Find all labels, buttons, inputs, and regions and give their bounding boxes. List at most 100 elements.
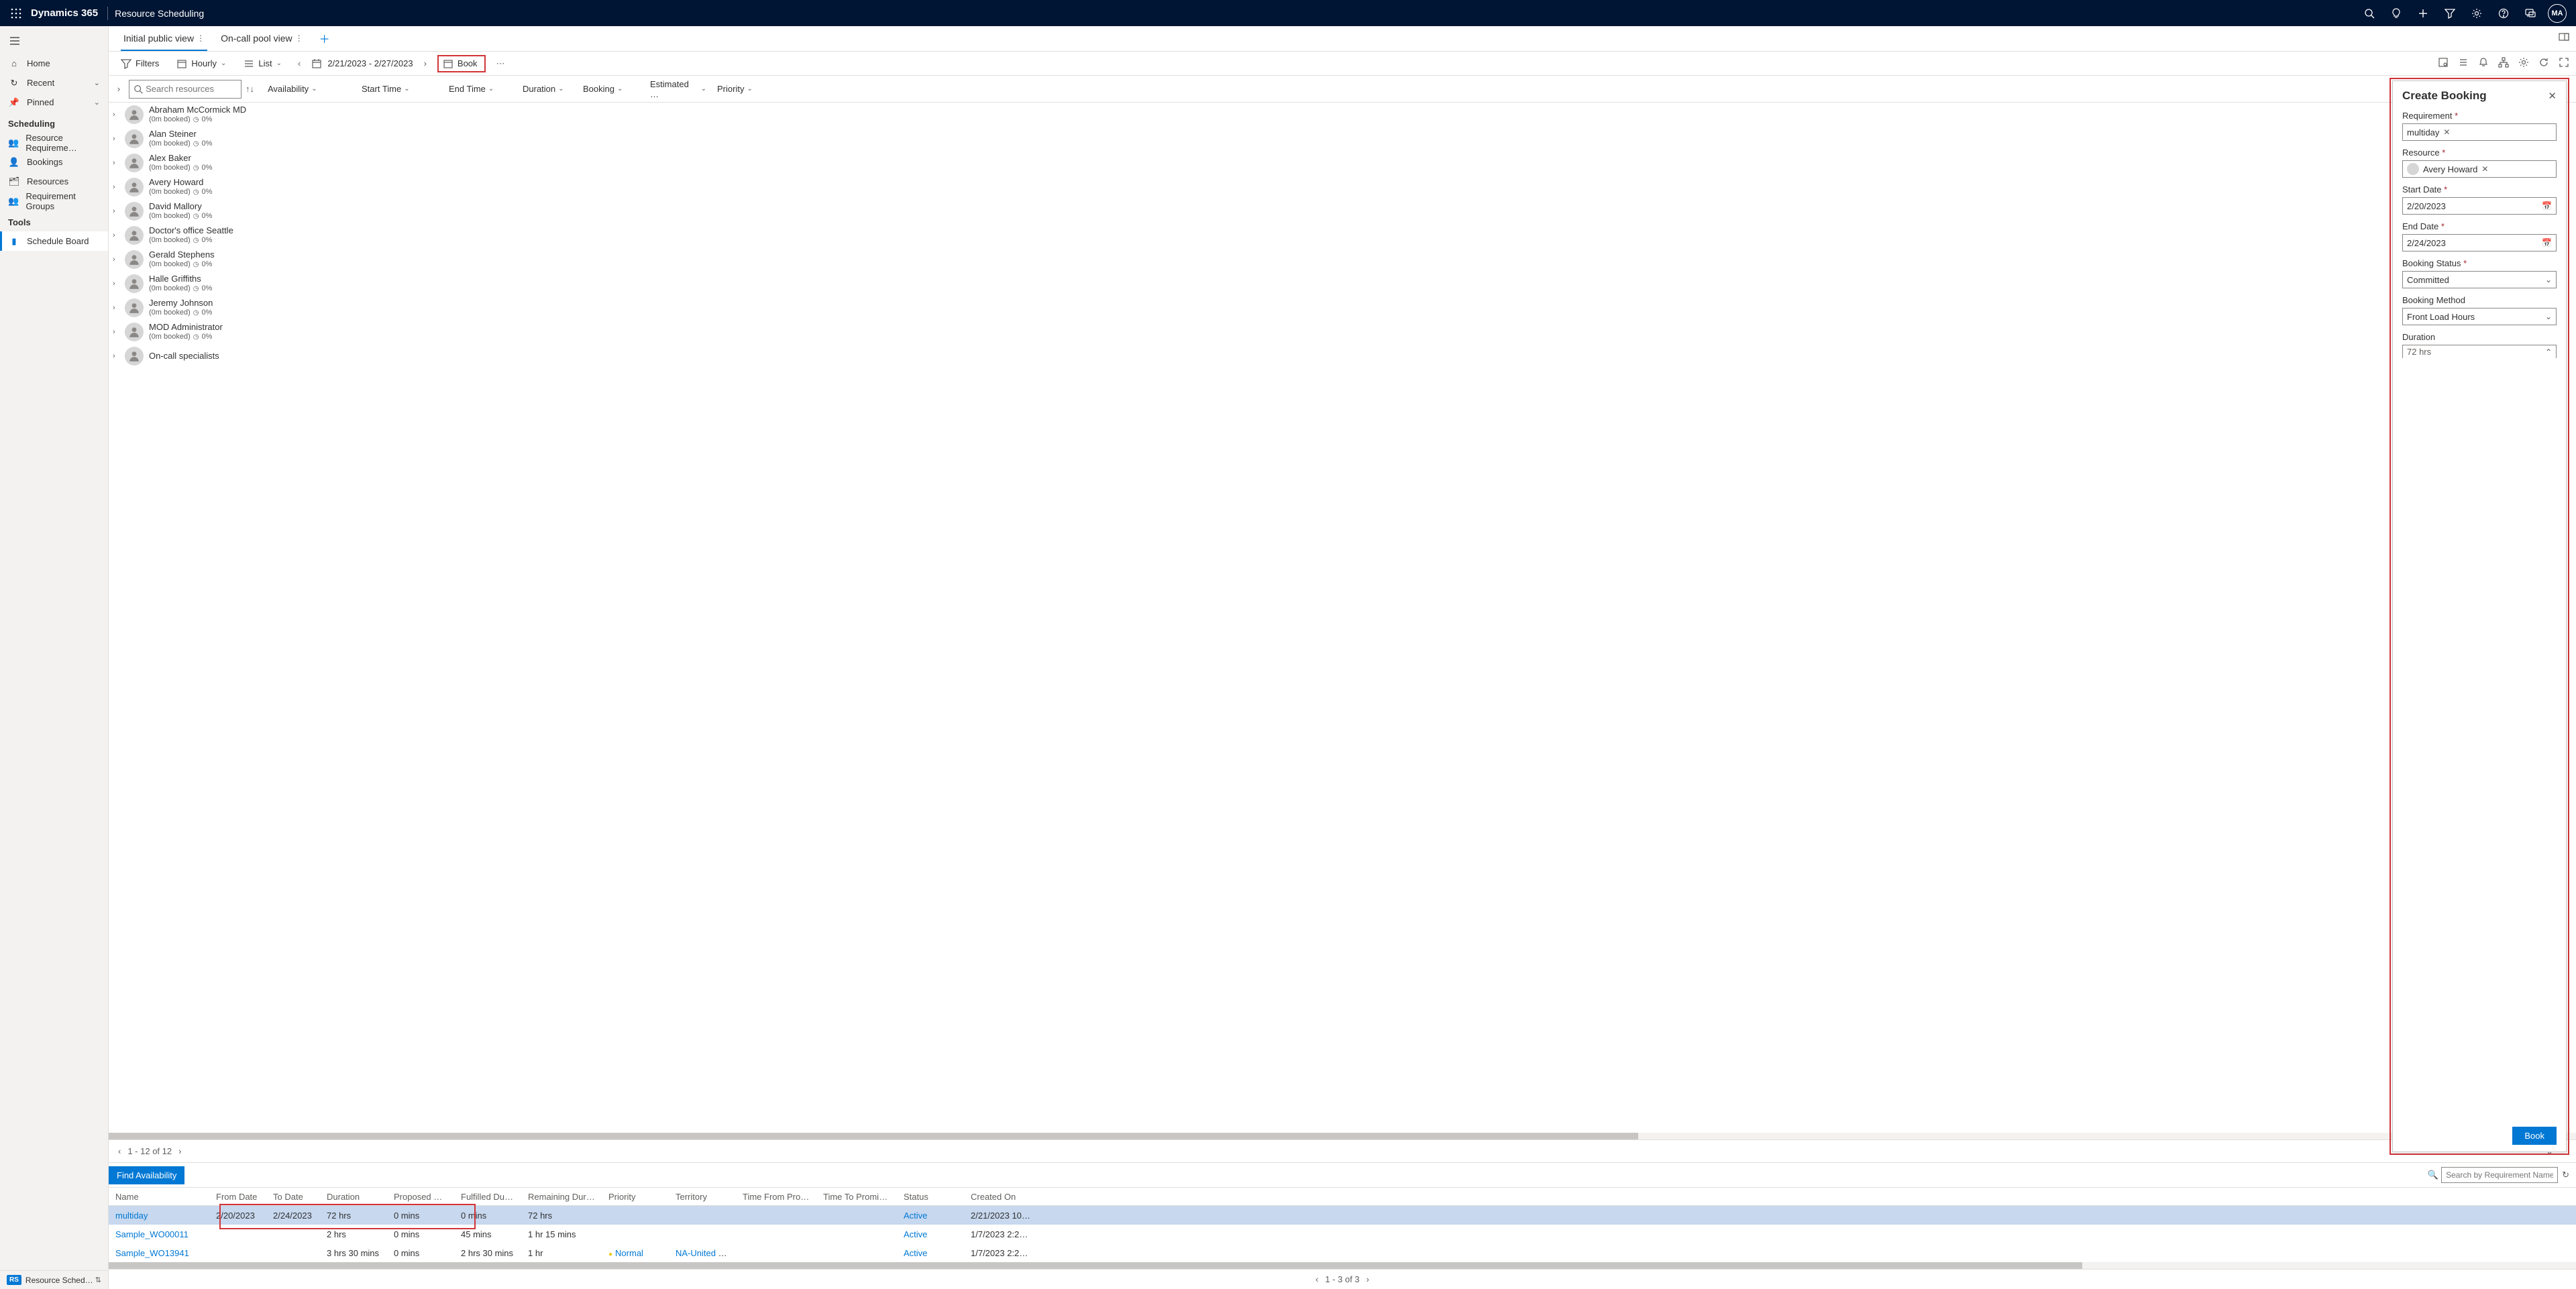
prev-range-button[interactable]: ‹ (294, 56, 305, 71)
bh-priority[interactable]: Priority (602, 1192, 669, 1202)
bh-duration[interactable]: Duration (320, 1192, 387, 1202)
calendar-icon[interactable]: 📅 (2542, 201, 2552, 211)
bh-remaining[interactable]: Remaining Duration (521, 1192, 602, 1202)
col-availability[interactable]: Availability⌄ (262, 84, 356, 94)
requirement-row[interactable]: multiday 2/20/2023 2/24/2023 72 hrs 0 mi… (109, 1206, 2576, 1225)
requirement-row[interactable]: Sample_WO13941 3 hrs 30 mins 0 mins 2 hr… (109, 1243, 2576, 1262)
chevron-up-icon[interactable]: ⌃ (2545, 347, 2552, 357)
nav-home[interactable]: ⌂Home (0, 54, 108, 73)
expand-icon[interactable]: › (113, 328, 125, 336)
close-icon[interactable]: ✕ (2548, 90, 2557, 102)
resource-row[interactable]: › Avery Howard (0m booked) ◷ 0% (109, 175, 2576, 199)
map-icon[interactable] (2438, 57, 2449, 70)
col-booking[interactable]: Booking⌄ (578, 84, 645, 94)
clear-icon[interactable]: ✕ (2443, 127, 2450, 137)
nav-recent[interactable]: ↻Recent⌄ (0, 73, 108, 93)
hamburger-icon[interactable] (0, 30, 108, 54)
gear-icon[interactable] (2463, 0, 2490, 26)
nav-bookings[interactable]: 👤Bookings (0, 152, 108, 172)
expand-icon[interactable]: › (113, 207, 125, 215)
resource-row[interactable]: › Alex Baker (0m booked) ◷ 0% (109, 151, 2576, 175)
search-input-field[interactable] (146, 84, 237, 94)
help-icon[interactable] (2490, 0, 2517, 26)
bottom-scrollbar[interactable] (109, 1262, 2576, 1269)
booking-status-select[interactable]: Committed⌄ (2402, 271, 2557, 288)
resource-row[interactable]: › Halle Griffiths (0m booked) ◷ 0% (109, 272, 2576, 296)
settings-icon[interactable] (2518, 57, 2529, 70)
expand-icon[interactable]: › (113, 159, 125, 167)
col-end-time[interactable]: End Time⌄ (443, 84, 517, 94)
filters-button[interactable]: Filters (115, 56, 164, 72)
sidebar-footer[interactable]: RS Resource Schedul… ⇅ (0, 1270, 108, 1289)
expand-icon[interactable]: › (113, 256, 125, 264)
col-duration[interactable]: Duration⌄ (517, 84, 578, 94)
next-range-button[interactable]: › (420, 56, 431, 71)
hierarchy-icon[interactable] (2498, 57, 2509, 70)
more-icon[interactable]: ⋯ (492, 56, 509, 72)
horizontal-scrollbar[interactable] (109, 1133, 2576, 1139)
resource-row[interactable]: › MOD Administrator (0m booked) ◷ 0% (109, 320, 2576, 344)
book-submit-button[interactable]: Book (2512, 1127, 2557, 1145)
expand-icon[interactable]: › (113, 280, 125, 288)
nav-pinned[interactable]: 📌Pinned⌄ (0, 93, 108, 112)
bottom-pager-prev[interactable]: ‹ (1316, 1274, 1318, 1284)
requirement-row[interactable]: Sample_WO00011 2 hrs 0 mins 45 mins 1 hr… (109, 1225, 2576, 1243)
chat-icon[interactable] (2517, 0, 2544, 26)
resource-row[interactable]: › Jeremy Johnson (0m booked) ◷ 0% (109, 296, 2576, 320)
resource-row[interactable]: › Gerald Stephens (0m booked) ◷ 0% (109, 247, 2576, 272)
plus-icon[interactable] (2410, 0, 2436, 26)
lightbulb-icon[interactable] (2383, 0, 2410, 26)
sort-icon[interactable]: ↑↓ (246, 84, 254, 94)
expand-icon[interactable]: › (113, 231, 125, 239)
expand-icon[interactable]: › (113, 183, 125, 191)
nav-resources[interactable]: 🗂Resources (0, 172, 108, 191)
tab-initial-public-view[interactable]: Initial public view⋮ (115, 25, 213, 51)
filter-icon[interactable] (2436, 0, 2463, 26)
req-link[interactable]: Sample_WO00011 (115, 1229, 189, 1239)
fullscreen-icon[interactable] (2559, 57, 2569, 70)
refresh-icon[interactable] (2538, 57, 2549, 70)
bh-name[interactable]: Name (109, 1192, 209, 1202)
bh-status[interactable]: Status (897, 1192, 964, 1202)
bh-time-from[interactable]: Time From Promis… (736, 1192, 816, 1202)
resource-input[interactable]: Avery Howard✕ (2402, 160, 2557, 178)
pager-next[interactable]: › (178, 1146, 181, 1156)
nav-resource-requirements[interactable]: 👥Resource Requireme… (0, 133, 108, 152)
end-date-input[interactable]: 2/24/2023📅 (2402, 234, 2557, 251)
resource-row[interactable]: › Alan Steiner (0m booked) ◷ 0% (109, 127, 2576, 151)
nav-requirement-groups[interactable]: 👥Requirement Groups (0, 191, 108, 211)
bh-to[interactable]: To Date (266, 1192, 320, 1202)
bh-proposed[interactable]: Proposed Dur… (387, 1192, 454, 1202)
app-name[interactable]: Dynamics 365 (31, 7, 98, 19)
chevron-down-icon[interactable]: ⌄ (2545, 312, 2552, 321)
app-launcher-icon[interactable] (5, 3, 27, 24)
resource-search-input[interactable] (129, 80, 241, 99)
clear-icon[interactable]: ✕ (2481, 164, 2488, 174)
list-view-icon[interactable] (2458, 57, 2469, 70)
nav-schedule-board[interactable]: ▮Schedule Board (0, 231, 108, 251)
list-dropdown[interactable]: List⌄ (238, 56, 287, 72)
expand-icon[interactable]: › (113, 135, 125, 143)
date-range-picker[interactable]: 2/21/2023 - 2/27/2023 (311, 58, 413, 69)
expand-icon[interactable]: › (113, 352, 125, 360)
expand-icon[interactable] (2559, 32, 2569, 44)
bh-time-to[interactable]: Time To Promised (816, 1192, 897, 1202)
resource-row[interactable]: › David Mallory (0m booked) ◷ 0% (109, 199, 2576, 223)
resource-row[interactable]: › Abraham McCormick MD (0m booked) ◷ 0% (109, 103, 2576, 127)
col-estimated[interactable]: Estimated …⌄ (645, 79, 712, 99)
bh-territory[interactable]: Territory (669, 1192, 736, 1202)
add-tab-button[interactable]: ＋ (311, 25, 338, 51)
expand-icon[interactable]: › (113, 111, 125, 119)
chevron-down-icon[interactable]: ⌄ (2545, 275, 2552, 284)
col-start-time[interactable]: Start Time⌄ (356, 84, 430, 94)
refresh-icon[interactable]: ↻ (2562, 1170, 2569, 1180)
module-name[interactable]: Resource Scheduling (115, 8, 204, 19)
requirement-input[interactable]: multiday✕ (2402, 123, 2557, 141)
duration-input[interactable]: 72 hrs⌃ (2402, 345, 2557, 358)
bh-from[interactable]: From Date (209, 1192, 266, 1202)
calendar-icon[interactable]: 📅 (2542, 238, 2552, 247)
find-availability-button[interactable]: Find Availability (109, 1166, 184, 1184)
pager-prev[interactable]: ‹ (118, 1146, 121, 1156)
start-date-input[interactable]: 2/20/2023📅 (2402, 197, 2557, 215)
bottom-pager-next[interactable]: › (1366, 1274, 1369, 1284)
